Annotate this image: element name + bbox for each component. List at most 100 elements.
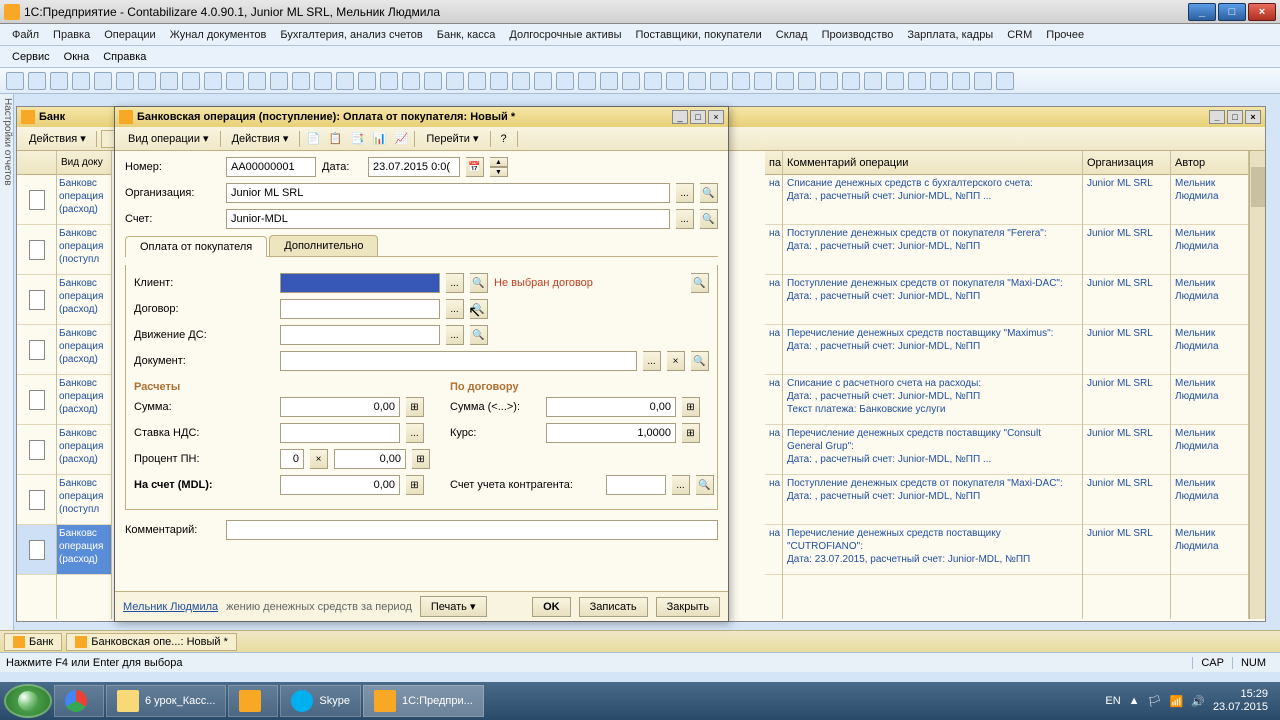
menu-suppliers[interactable]: Поставщики, покупатели xyxy=(630,27,768,43)
table-row-comment[interactable]: Перечисление денежных средств поставщику… xyxy=(783,325,1082,375)
menu-journal[interactable]: Жунал документов xyxy=(164,27,273,43)
doc-tb-icon[interactable] xyxy=(522,130,540,148)
toolbar-icon[interactable] xyxy=(512,72,530,90)
org-search-icon[interactable]: 🔍 xyxy=(700,183,718,203)
tab-additional[interactable]: Дополнительно xyxy=(269,235,378,256)
kurs-input[interactable]: 1,0000 xyxy=(546,423,676,443)
date-calendar-icon[interactable]: 📅 xyxy=(466,157,484,177)
doc-tb-icon[interactable] xyxy=(544,130,562,148)
col-header-author[interactable]: Автор xyxy=(1171,151,1248,175)
summa-calc-icon[interactable]: ⊞ xyxy=(406,397,424,417)
toolbar-icon[interactable] xyxy=(886,72,904,90)
menu-crm[interactable]: CRM xyxy=(1001,27,1038,43)
dds-select-button[interactable]: ... xyxy=(446,325,464,345)
docu-clear-button[interactable]: × xyxy=(667,351,685,371)
schet-search-icon[interactable]: 🔍 xyxy=(700,209,718,229)
maximize-button[interactable]: □ xyxy=(1218,3,1246,21)
close-doc-button[interactable]: Закрыть xyxy=(656,597,720,617)
table-row-icon[interactable] xyxy=(17,475,56,525)
docu-select-button[interactable]: ... xyxy=(643,351,661,371)
menu-file[interactable]: Файл xyxy=(6,27,45,43)
table-row-type[interactable]: Банковс операция (расход) xyxy=(57,375,111,425)
toolbar-icon[interactable] xyxy=(556,72,574,90)
bank-maximize-button[interactable]: □ xyxy=(1227,110,1243,124)
doc-tb-icon[interactable]: 📈 xyxy=(392,130,410,148)
menu-payroll[interactable]: Зарплата, кадры xyxy=(901,27,999,43)
table-row-comment[interactable]: Поступление денежных средств от покупате… xyxy=(783,225,1082,275)
warn-search-icon[interactable]: 🔍 xyxy=(691,273,709,293)
doc-close-button[interactable]: × xyxy=(708,110,724,124)
toolbar-icon[interactable] xyxy=(600,72,618,90)
menu-production[interactable]: Производство xyxy=(816,27,900,43)
doc-user-link[interactable]: Мельник Людмила xyxy=(123,601,218,613)
table-row-type[interactable]: Банковс операция (расход) xyxy=(57,325,111,375)
table-row-org[interactable]: Junior ML SRL xyxy=(1083,325,1170,375)
table-row-type[interactable]: Банковс операция (расход) xyxy=(57,275,111,325)
doc-maximize-button[interactable]: □ xyxy=(690,110,706,124)
col-header-hint[interactable]: па xyxy=(765,151,782,175)
table-row-type[interactable]: Банковс операция (расход) xyxy=(57,175,111,225)
bank-minimize-button[interactable]: _ xyxy=(1209,110,1225,124)
comment-input[interactable] xyxy=(226,520,718,540)
stavka-select-button[interactable]: ... xyxy=(406,423,424,443)
toolbar-icon[interactable] xyxy=(578,72,596,90)
toolbar-icon[interactable] xyxy=(248,72,266,90)
print-button[interactable]: Печать ▾ xyxy=(420,596,487,617)
table-row-type[interactable]: Банковс операция (расход) xyxy=(57,425,111,475)
start-button[interactable] xyxy=(4,684,52,718)
toolbar-icon[interactable] xyxy=(72,72,90,90)
table-row-org[interactable]: Junior ML SRL xyxy=(1083,275,1170,325)
col-header-comment[interactable]: Комментарий операции xyxy=(783,151,1082,175)
table-row-icon[interactable] xyxy=(17,525,56,575)
taskbar-app[interactable]: 1С:Предпри... xyxy=(363,685,484,717)
toolbar-icon[interactable] xyxy=(270,72,288,90)
toolbar-icon[interactable] xyxy=(28,72,46,90)
toolbar-icon[interactable] xyxy=(336,72,354,90)
menu-help[interactable]: Справка xyxy=(97,49,152,65)
menu-windows[interactable]: Окна xyxy=(58,49,96,65)
tray-lang[interactable]: EN xyxy=(1105,695,1120,707)
menu-service[interactable]: Сервис xyxy=(6,49,56,65)
procent-calc-icon[interactable]: ⊞ xyxy=(412,449,430,469)
naschet-input[interactable]: 0,00 xyxy=(280,475,400,495)
table-row-type[interactable]: Банковс операция (расход) xyxy=(57,525,111,575)
toolbar-icon[interactable] xyxy=(930,72,948,90)
table-row-org[interactable]: Junior ML SRL xyxy=(1083,475,1170,525)
toolbar-icon[interactable] xyxy=(424,72,442,90)
menu-operations[interactable]: Операции xyxy=(98,27,161,43)
help-icon[interactable]: ? xyxy=(495,130,513,148)
schetkontra-search-icon[interactable]: 🔍 xyxy=(696,475,714,495)
toolbar-icon[interactable] xyxy=(864,72,882,90)
toolbar-icon[interactable] xyxy=(710,72,728,90)
menu-other[interactable]: Прочее xyxy=(1040,27,1090,43)
ok-button[interactable]: OK xyxy=(532,597,571,617)
toolbar-icon[interactable] xyxy=(534,72,552,90)
toolbar-icon[interactable] xyxy=(138,72,156,90)
toolbar-icon[interactable] xyxy=(908,72,926,90)
org-input[interactable]: Junior ML SRL xyxy=(226,183,670,203)
date-spin-up[interactable]: ▲ xyxy=(490,157,508,167)
taskbar-skype[interactable]: Skype xyxy=(280,685,361,717)
winbar-item-bank[interactable]: Банк xyxy=(4,633,62,651)
table-row-author[interactable]: Мельник Людмила xyxy=(1171,275,1248,325)
table-row-icon[interactable] xyxy=(17,325,56,375)
docu-search-icon[interactable]: 🔍 xyxy=(691,351,709,371)
toolbar-icon[interactable] xyxy=(842,72,860,90)
bank-actions-button[interactable]: Действия ▾ xyxy=(23,130,92,147)
toolbar-icon[interactable] xyxy=(94,72,112,90)
toolbar-icon[interactable] xyxy=(314,72,332,90)
table-row-icon[interactable] xyxy=(17,225,56,275)
toolbar-icon[interactable] xyxy=(974,72,992,90)
table-row-icon[interactable] xyxy=(17,175,56,225)
toolbar-icon[interactable] xyxy=(380,72,398,90)
winbar-item-doc[interactable]: Банковская опе...: Новый * xyxy=(66,633,237,651)
procent-clear-button[interactable]: × xyxy=(310,449,328,469)
table-row-comment[interactable]: Поступление денежных средств от покупате… xyxy=(783,275,1082,325)
table-row-author[interactable]: Мельник Людмила xyxy=(1171,425,1248,475)
toolbar-icon[interactable] xyxy=(226,72,244,90)
taskbar-folder[interactable]: 6 урок_Касс... xyxy=(106,685,226,717)
table-row-author[interactable]: Мельник Людмила xyxy=(1171,175,1248,225)
col-header-type[interactable]: Вид доку xyxy=(57,151,111,175)
tray-up-icon[interactable]: ▲ xyxy=(1129,695,1140,707)
toolbar-icon[interactable] xyxy=(446,72,464,90)
